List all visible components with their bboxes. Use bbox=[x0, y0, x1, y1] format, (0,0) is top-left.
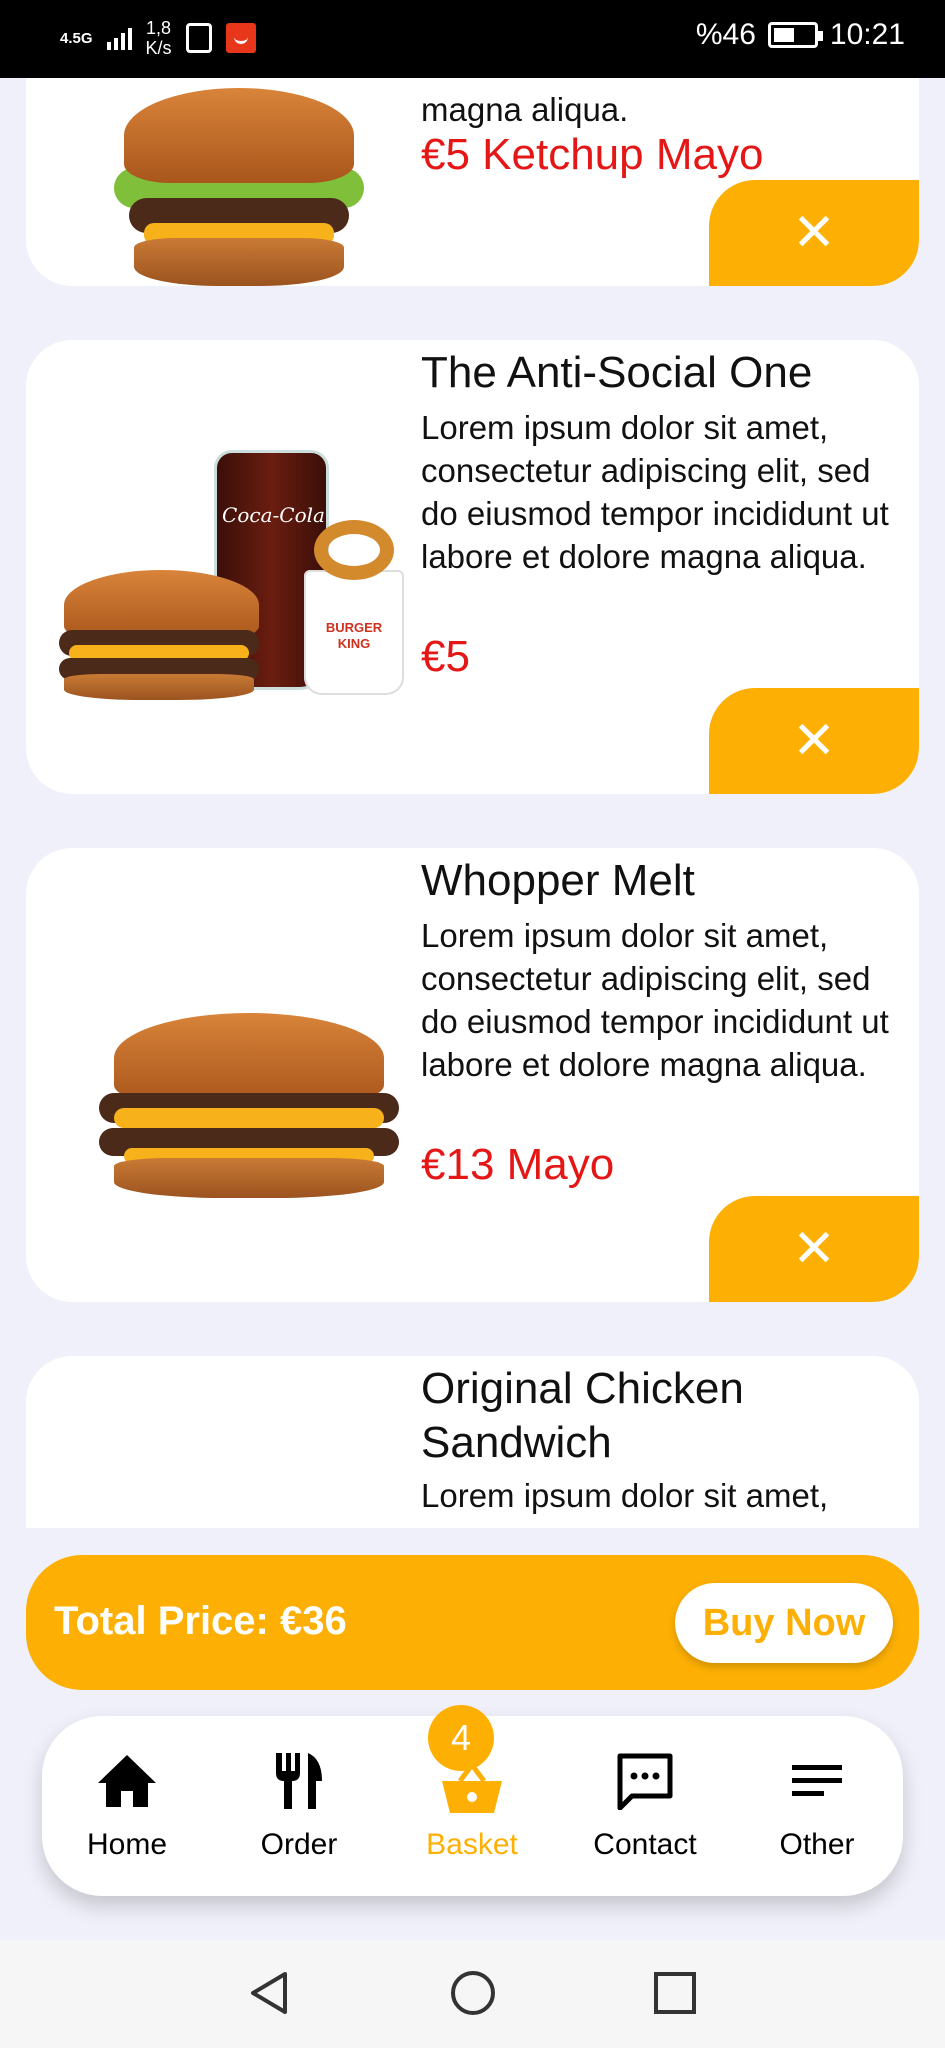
status-bar: 4.5G 1,8 K/s %46 10:21 bbox=[0, 0, 945, 78]
close-icon: ✕ bbox=[792, 204, 836, 262]
bk-logo: BURGER KING bbox=[325, 620, 383, 651]
cart-item-card: Whopper Melt Lorem ipsum dolor sit amet,… bbox=[26, 848, 919, 1302]
nav-label: Order bbox=[260, 1828, 338, 1861]
nav-label: Other bbox=[779, 1828, 855, 1861]
chat-icon bbox=[560, 1746, 730, 1816]
signal-icon bbox=[106, 26, 132, 50]
basket-count-badge: 4 bbox=[428, 1705, 494, 1771]
nav-item-contact[interactable]: Contact bbox=[560, 1746, 730, 1862]
close-icon: ✕ bbox=[792, 1220, 836, 1278]
nav-label: Basket bbox=[426, 1828, 518, 1861]
item-name: The Anti-Social One bbox=[421, 348, 813, 397]
status-right: %46 10:21 bbox=[696, 18, 905, 52]
onion-rings-box: BURGER KING bbox=[304, 520, 404, 695]
item-description: magna aliqua. bbox=[421, 91, 629, 128]
network-speed: 1,8 K/s bbox=[145, 18, 172, 58]
recents-icon[interactable] bbox=[650, 1968, 700, 2018]
item-price: €5 bbox=[421, 632, 470, 681]
burger-image bbox=[54, 78, 424, 286]
nav-item-order[interactable]: Order bbox=[214, 1746, 384, 1862]
cart-item-card: Original Chicken Sandwich Lorem ipsum do… bbox=[26, 1356, 919, 1528]
nav-item-home[interactable]: Home bbox=[42, 1746, 212, 1862]
clock: 10:21 bbox=[829, 18, 905, 51]
battery-icon bbox=[767, 22, 823, 48]
battery-percent: %46 bbox=[695, 18, 756, 51]
item-description: Lorem ipsum dolor sit amet, bbox=[421, 1477, 829, 1514]
home-circle-icon[interactable] bbox=[448, 1968, 498, 2018]
item-name: Original Chicken Sandwich bbox=[421, 1364, 744, 1467]
item-name: Whopper Melt bbox=[421, 856, 695, 905]
home-icon bbox=[42, 1746, 212, 1816]
nav-label: Contact bbox=[593, 1828, 697, 1861]
item-description: Lorem ipsum dolor sit amet, consectetur … bbox=[421, 409, 889, 575]
close-icon: ✕ bbox=[792, 712, 836, 770]
network-type: 4.5G bbox=[60, 29, 93, 47]
item-description: Lorem ipsum dolor sit amet, consectetur … bbox=[421, 917, 889, 1083]
remove-item-button[interactable]: ✕ bbox=[709, 180, 919, 286]
back-icon[interactable] bbox=[245, 1968, 295, 2018]
item-price: €5 Ketchup Mayo bbox=[421, 130, 764, 179]
cart-list[interactable]: magna aliqua. €5 Ketchup Mayo ✕ Coca-Col… bbox=[0, 78, 945, 1528]
nav-item-other[interactable]: Other bbox=[732, 1746, 902, 1862]
remove-item-button[interactable]: ✕ bbox=[709, 1196, 919, 1302]
system-navigation-bar bbox=[0, 1940, 945, 2048]
vibrate-icon bbox=[185, 23, 212, 53]
nav-label: Home bbox=[86, 1828, 168, 1861]
app-notification-icon bbox=[225, 23, 256, 53]
total-price-label: Total Price: €36 bbox=[54, 1599, 347, 1643]
cart-item-card: Coca-Cola BURGER KING The Anti-Social On… bbox=[26, 340, 919, 794]
menu-icon bbox=[732, 1746, 902, 1816]
cutlery-icon bbox=[214, 1746, 384, 1816]
buy-now-button[interactable]: Buy Now bbox=[675, 1583, 893, 1663]
cart-item-card: magna aliqua. €5 Ketchup Mayo ✕ bbox=[26, 78, 919, 286]
remove-item-button[interactable]: ✕ bbox=[709, 688, 919, 794]
total-price-bar: Total Price: €36 Buy Now bbox=[26, 1555, 919, 1690]
status-left: 4.5G 1,8 K/s bbox=[60, 18, 256, 58]
item-price: €13 Mayo bbox=[421, 1140, 615, 1189]
combo-meal-image: Coca-Cola BURGER KING bbox=[54, 440, 424, 700]
burger-image bbox=[54, 1013, 424, 1293]
cola-logo: Coca-Cola bbox=[222, 503, 325, 527]
